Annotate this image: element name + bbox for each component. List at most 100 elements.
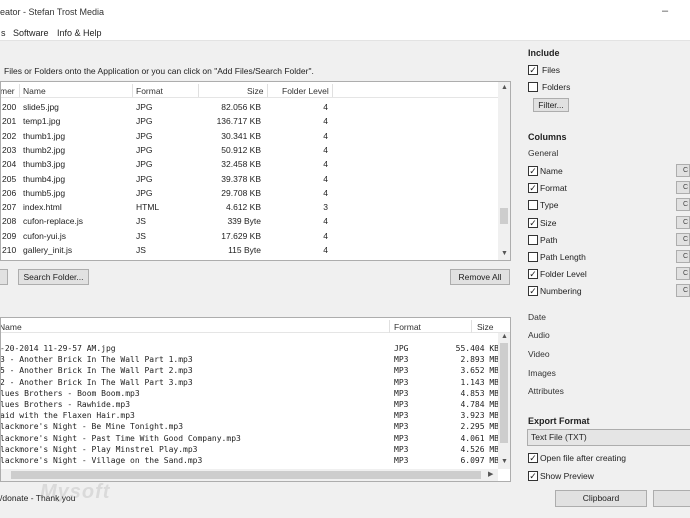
column-header-size[interactable]: Size [247, 86, 264, 96]
status-text[interactable]: /donate - Thank you [0, 493, 75, 503]
file-row[interactable]: 202 thumb1.jpg JPG 30.341 KB 4 [1, 129, 499, 143]
scroll-down-icon[interactable]: ▼ [501, 250, 508, 257]
column-settings-button[interactable]: C [676, 284, 690, 298]
file-row[interactable]: 209 cufon-yui.js JS 17.629 KB 4 [1, 229, 499, 243]
preview-name: lackmore's Night - Be Mine Tonight.mp3 [0, 422, 184, 432]
open-after-checkbox[interactable]: ✓ [528, 453, 538, 463]
column-settings-button[interactable]: C [676, 267, 690, 281]
preview-hscrollbar[interactable]: ▶ [1, 469, 498, 481]
columns-group-date[interactable]: Date [528, 312, 546, 322]
preview-format: MP3 [394, 400, 409, 409]
file-list[interactable]: mer Name Format Size Folder Level 200 sli… [0, 81, 511, 261]
menu-item-software[interactable]: Software [13, 28, 49, 38]
show-preview-checkbox[interactable]: ✓ [528, 471, 538, 481]
file-row[interactable]: 211 jquery-1.js JS 61.134 KB 4 [1, 257, 499, 260]
file-row[interactable]: 210 gallery_init.js JS 115 Byte 4 [1, 243, 499, 257]
column-option-label: Numbering [540, 286, 582, 297]
folder-level: 3 [323, 202, 328, 213]
column-header-format[interactable]: Format [136, 86, 163, 96]
column-settings-button[interactable]: C [676, 232, 690, 246]
scroll-right-icon[interactable]: ▶ [488, 470, 493, 478]
column-checkbox-format[interactable]: ✓ [528, 183, 538, 194]
column-settings-button[interactable]: C [676, 250, 690, 263]
preview-row[interactable]: 2 - Another Brick In The Wall Part 3.mp3… [1, 377, 499, 388]
scrollbar-thumb[interactable] [500, 343, 508, 443]
file-row[interactable]: 208 cufon-replace.js JS 339 Byte 4 [1, 214, 499, 228]
preview-row[interactable]: lues Brothers - Rawhide.mp3 MP3 4.784 MB [1, 399, 499, 410]
preview-header-name[interactable]: Name [1, 322, 22, 332]
column-settings-button[interactable]: C [676, 198, 690, 212]
column-header-folder-level[interactable]: Folder Level [282, 86, 329, 96]
file-row[interactable]: 203 thumb2.jpg JPG 50.912 KB 4 [1, 143, 499, 157]
file-row[interactable]: 201 temp1.jpg JPG 136.717 KB 4 [1, 114, 499, 128]
columns-general[interactable]: General [528, 148, 558, 158]
remove-all-button[interactable]: Remove All [450, 269, 510, 285]
preview-size: 4.784 MB [460, 400, 499, 409]
folder-level: 4 [323, 116, 328, 127]
preview-row[interactable]: lackmore's Night - Play Minstrel Play.mp… [1, 444, 499, 455]
row-number: 207 [2, 202, 17, 213]
row-number: 209 [2, 230, 17, 241]
preview-row[interactable]: -20-2014 11-29-57 AM.jpg JPG 55.404 KB [1, 343, 499, 354]
preview-row[interactable]: lackmore's Night - Be Mine Tonight.mp3 MP… [1, 421, 499, 432]
column-checkbox-type[interactable] [528, 200, 538, 211]
preview-scrollbar[interactable]: ▲ ▼ [498, 333, 510, 469]
preview-row[interactable]: lackmore's Night - Village on the Sand.m… [1, 455, 499, 466]
scroll-up-icon[interactable]: ▲ [501, 333, 508, 340]
column-settings-button[interactable]: C [676, 164, 690, 177]
include-title: Include [528, 48, 560, 58]
hscrollbar-thumb[interactable] [11, 471, 481, 479]
column-checkbox-path[interactable] [528, 234, 538, 245]
columns-group-audio[interactable]: Audio [528, 330, 550, 340]
save-button[interactable] [653, 490, 690, 507]
file-row[interactable]: 205 thumb4.jpg JPG 39.378 KB 4 [1, 172, 499, 186]
row-number: 208 [2, 216, 17, 227]
scroll-up-icon[interactable]: ▲ [501, 84, 508, 91]
clipboard-button[interactable]: Clipboard [555, 490, 647, 507]
column-checkbox-path-length[interactable] [528, 252, 538, 262]
preview-row[interactable]: 5 - Another Brick In The Wall Part 2.mp3… [1, 365, 499, 376]
columns-group-attributes[interactable]: Attributes [528, 386, 564, 396]
preview-name: lackmore's Night - Past Time With Good C… [0, 433, 241, 443]
minimize-icon[interactable]: – [658, 4, 672, 18]
file-row[interactable]: 200 slide5.jpg JPG 82.056 KB 4 [1, 100, 499, 114]
scroll-down-icon[interactable]: ▼ [501, 458, 508, 465]
file-size: 50.912 KB [221, 144, 261, 155]
preview-name: lues Brothers - Rawhide.mp3 [0, 400, 131, 409]
search-folder-button[interactable]: Search Folder... [18, 269, 89, 285]
column-checkbox-name[interactable]: ✓ [528, 166, 538, 176]
preview-list[interactable]: Name Format Size -20-2014 11-29-57 AM.jp… [0, 317, 511, 482]
file-list-scrollbar[interactable]: ▲ ▼ [498, 82, 510, 260]
preview-format: MP3 [394, 355, 409, 365]
preview-row[interactable]: lackmore's Night - Past Time With Good C… [1, 433, 499, 444]
file-row[interactable]: 207 index.html HTML 4.612 KB 3 [1, 200, 499, 214]
scrollbar-thumb[interactable] [500, 208, 508, 224]
preview-format: MP3 [394, 411, 409, 421]
files-checkbox[interactable]: ✓ [528, 65, 538, 75]
column-checkbox-size[interactable]: ✓ [528, 217, 538, 228]
menu-item-info-help[interactable]: Info & Help [57, 28, 102, 38]
preview-row[interactable]: aid with the Flaxen Hair.mp3 MP3 3.923 MB [1, 410, 499, 421]
preview-row[interactable]: lues Brothers - Boom Boom.mp3 MP3 4.853 MB [1, 388, 499, 399]
columns-group-video[interactable]: Video [528, 349, 550, 359]
column-checkbox-numbering[interactable]: ✓ [528, 286, 538, 297]
file-row[interactable]: 204 thumb3.jpg JPG 32.458 KB 4 [1, 157, 499, 171]
file-format: HTML [136, 202, 160, 213]
filter-button[interactable]: Filter... [533, 98, 569, 112]
add-files-button[interactable] [0, 269, 8, 285]
columns-title: Columns [528, 132, 567, 142]
preview-header-size[interactable]: Size [477, 322, 494, 332]
folders-checkbox[interactable] [528, 82, 538, 92]
column-settings-button[interactable]: C [676, 181, 690, 195]
column-header-number[interactable]: mer [1, 86, 15, 96]
column-header-name[interactable]: Name [23, 86, 46, 96]
preview-header-format[interactable]: Format [394, 322, 421, 332]
column-settings-button[interactable]: C [676, 215, 690, 229]
columns-group-images[interactable]: Images [528, 368, 556, 378]
export-format-select[interactable]: Text File (TXT) [527, 429, 690, 446]
preview-row[interactable]: 3 - Another Brick In The Wall Part 1.mp3… [1, 354, 499, 365]
file-row[interactable]: 206 thumb5.jpg JPG 29.708 KB 4 [1, 186, 499, 200]
preview-name: lackmore's Night - Village on the Sand.m… [0, 456, 203, 465]
column-checkbox-folder-level[interactable]: ✓ [528, 269, 538, 280]
menu-item-files[interactable]: s [1, 28, 6, 38]
